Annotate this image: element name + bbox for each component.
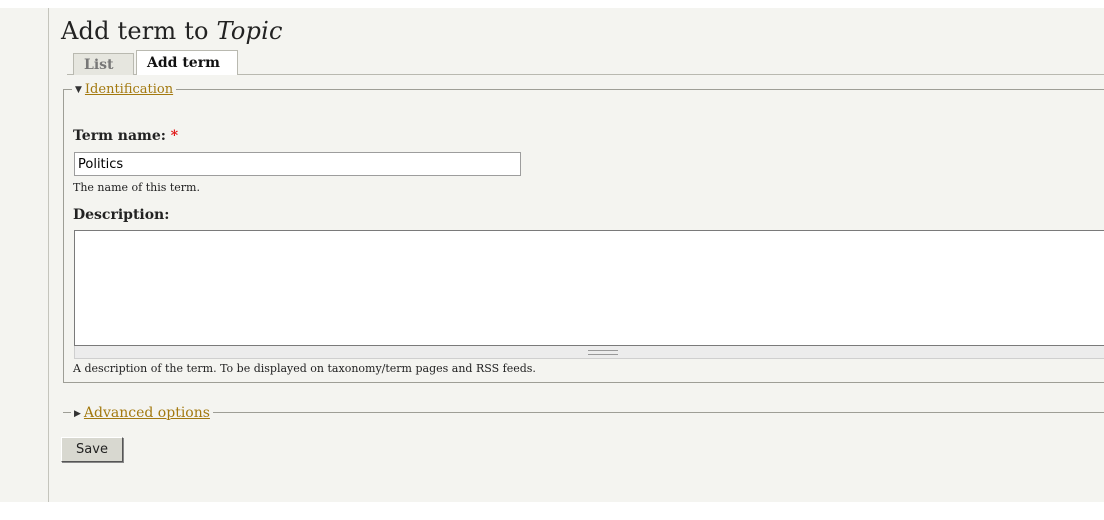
caret-right-icon: ▶ bbox=[74, 409, 81, 419]
advanced-options-legend: ▶ Advanced options bbox=[71, 404, 213, 423]
vocabulary-name: Topic bbox=[216, 17, 283, 45]
textarea-resize-handle[interactable] bbox=[74, 346, 1104, 359]
term-name-help: The name of this term. bbox=[73, 181, 200, 194]
description-field bbox=[74, 230, 1104, 359]
top-band bbox=[0, 0, 1104, 8]
main-content: Add term to Topic List Add term ▼ Identif… bbox=[61, 14, 1104, 462]
advanced-options-rule bbox=[63, 412, 1104, 413]
identification-legend: ▼ Identification bbox=[72, 81, 177, 98]
term-name-input[interactable] bbox=[74, 152, 521, 176]
tab-list[interactable]: List bbox=[73, 53, 134, 75]
bottom-band bbox=[0, 502, 1104, 520]
required-marker: * bbox=[170, 128, 179, 144]
tab-add-term[interactable]: Add term bbox=[136, 50, 238, 75]
left-border bbox=[48, 8, 49, 502]
advanced-options-toggle-link[interactable]: Advanced options bbox=[84, 405, 210, 421]
term-name-label: Term name: * bbox=[73, 128, 178, 144]
page-title: Add term to Topic bbox=[61, 14, 1104, 48]
description-textarea[interactable] bbox=[74, 230, 1104, 346]
description-help: A description of the term. To be display… bbox=[73, 362, 536, 375]
description-label: Description: bbox=[73, 207, 170, 223]
identification-fieldset: ▼Identification Term name: * The name of… bbox=[63, 81, 1104, 383]
advanced-options-fieldset: ▶ Advanced options bbox=[63, 404, 1104, 423]
caret-down-icon: ▼ bbox=[75, 85, 82, 95]
term-name-label-text: Term name: bbox=[73, 128, 166, 144]
identification-toggle-link[interactable]: Identification bbox=[85, 82, 173, 97]
page-title-prefix: Add term to bbox=[61, 17, 209, 45]
save-button[interactable]: Save bbox=[61, 437, 123, 462]
tab-bar: List Add term bbox=[61, 50, 1104, 75]
